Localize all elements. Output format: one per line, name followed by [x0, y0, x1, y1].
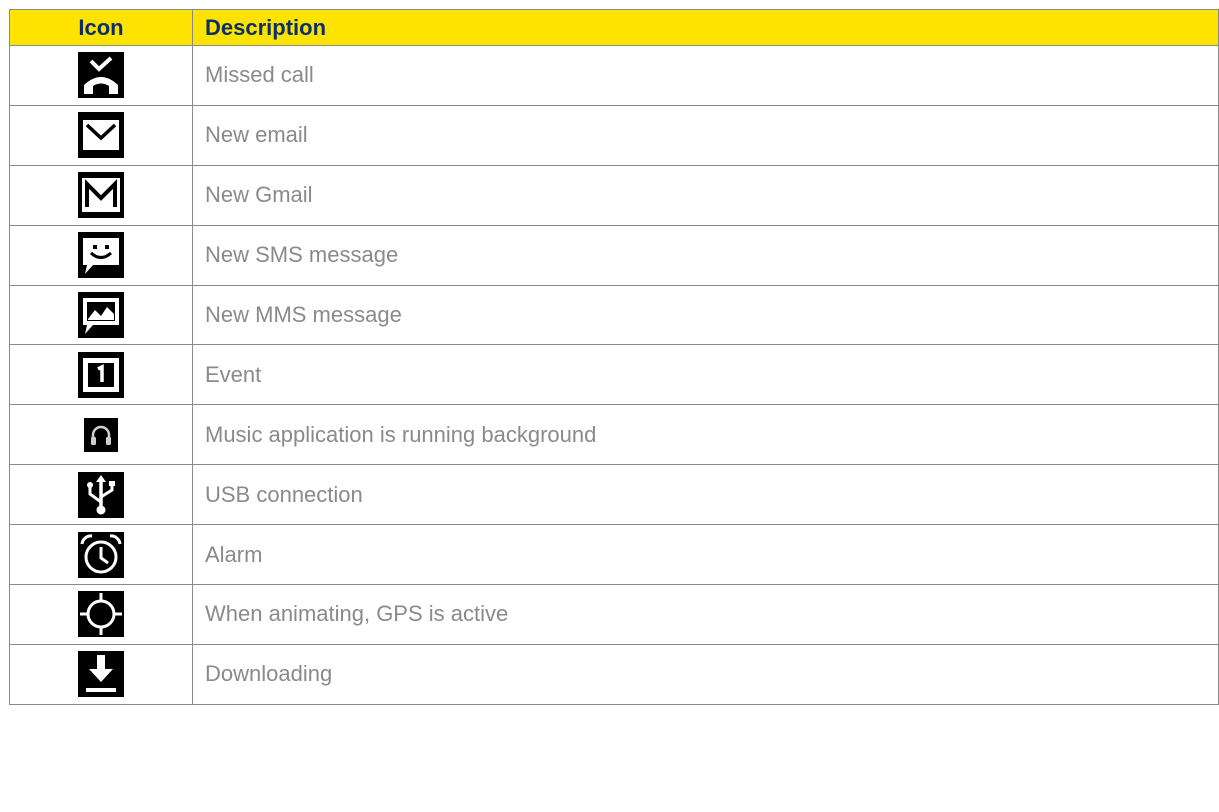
missed-call-icon: [78, 52, 124, 99]
usb-icon: [78, 471, 124, 518]
mms-icon: [78, 292, 124, 338]
email-icon: [78, 112, 124, 159]
calendar-event-icon: [78, 351, 124, 398]
gps-icon: [78, 591, 124, 638]
sms-icon: [78, 232, 124, 279]
alarm-icon: [78, 531, 124, 578]
header-row: Icon Description: [9, 9, 1219, 46]
row-label: USB connection: [192, 464, 1219, 526]
row-label: New Gmail: [192, 164, 1219, 226]
table-row: Missed call: [9, 45, 1219, 106]
table-row: Event: [9, 344, 1219, 406]
row-label: Missed call: [192, 45, 1219, 106]
table-row: Alarm: [9, 524, 1219, 586]
table-row: USB connection: [9, 464, 1219, 526]
row-label: When animating, GPS is active: [192, 584, 1219, 645]
headphones-icon: [84, 417, 118, 452]
table-row: New Gmail: [9, 164, 1219, 226]
row-label: New SMS message: [192, 224, 1219, 286]
row-label: Music application is running background: [192, 404, 1219, 466]
row-label: New email: [192, 104, 1219, 166]
description-column-header: Description: [192, 9, 1219, 46]
icon-table: Icon Description Missed call New email N…: [9, 9, 1219, 705]
row-label: Downloading: [192, 643, 1219, 705]
row-label: New MMS message: [192, 284, 1219, 346]
table-row: New SMS message: [9, 224, 1219, 286]
table-row: When animating, GPS is active: [9, 584, 1219, 645]
row-label: Alarm: [192, 524, 1219, 586]
download-icon: [78, 651, 124, 698]
table-row: New email: [9, 104, 1219, 166]
row-label: Event: [192, 344, 1219, 406]
table-row: Downloading: [9, 643, 1219, 705]
table-row: Music application is running background: [9, 404, 1219, 466]
icon-column-header: Icon: [9, 9, 193, 46]
table-row: New MMS message: [9, 284, 1219, 346]
gmail-icon: [78, 172, 124, 219]
